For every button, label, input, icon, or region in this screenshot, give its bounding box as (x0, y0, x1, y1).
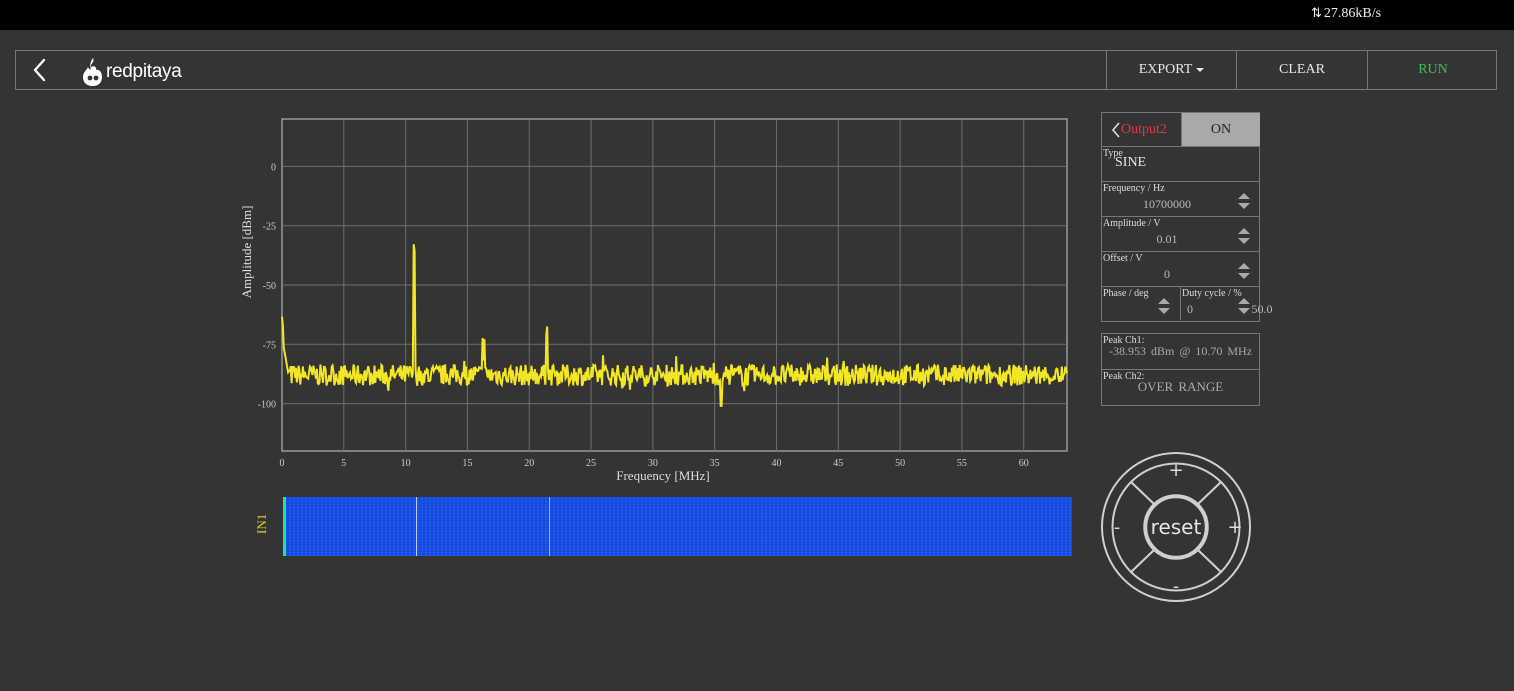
export-button[interactable]: EXPORT (1106, 51, 1237, 89)
dpad-left-label: - (1114, 517, 1121, 538)
waterfall-display (283, 497, 1072, 556)
x-tick-label: 55 (957, 458, 967, 469)
peak-ch2: Peak Ch2: OVER RANGE (1102, 369, 1259, 405)
spectrum-chart[interactable]: 0 5 10 15 20 25 30 35 40 45 50 55 60 0-25-50-75-100 … (230, 112, 1080, 492)
y-tick-label: -75 (263, 340, 276, 351)
frequency-input[interactable]: 10700000 (1102, 197, 1232, 212)
generator-panel: Output2 ON Type SINE Frequency / Hz 1070… (1101, 112, 1273, 322)
peak-readouts: Peak Ch1: -38.953 dBm @ 10.70 MHz Peak C… (1101, 333, 1260, 406)
peak-ch2-value: OVER RANGE (1137, 379, 1224, 394)
y-axis-label: Amplitude [dBm] (239, 206, 254, 299)
waterfall-marker-line (415, 497, 417, 556)
x-tick-label: 10 (401, 458, 411, 469)
offset-stepper-icon[interactable] (1237, 262, 1251, 280)
spectrum-trace (281, 244, 1068, 407)
frequency-field: Frequency / Hz 10700000 (1101, 182, 1260, 217)
dpad-down-label: - (1173, 576, 1180, 597)
redpitaya-logo[interactable]: redpitaya (82, 57, 182, 87)
offset-field: Offset / V 0 (1101, 252, 1260, 287)
output-back-button[interactable]: Output2 (1102, 113, 1181, 146)
x-tick-label: 60 (1019, 458, 1029, 469)
chart-grid (281, 118, 1068, 452)
clear-button[interactable]: CLEAR (1236, 51, 1367, 89)
x-tick-label: 15 (462, 458, 472, 469)
flame-logo-icon (83, 58, 102, 86)
dpad-right-label: + (1227, 517, 1242, 538)
x-tick-label: 40 (771, 458, 781, 469)
run-label: RUN (1418, 62, 1448, 77)
network-speed: ⇅ 27.86kB/s (1311, 6, 1381, 22)
offset-label: Offset / V (1103, 253, 1143, 264)
output-on-toggle[interactable]: ON (1181, 113, 1260, 146)
peak-ch1-value: -38.953 dBm @ 10.70 MHz (1109, 344, 1253, 358)
x-tick-label: 45 (833, 458, 843, 469)
duty-cycle-stepper-icon[interactable] (1237, 297, 1251, 315)
frequency-stepper-icon[interactable] (1237, 192, 1251, 210)
status-bar: ⇅ 27.86kB/s (0, 0, 1514, 30)
reset-button[interactable]: reset (1144, 495, 1208, 559)
network-arrows-icon: ⇅ (1311, 6, 1322, 21)
run-button[interactable]: RUN (1367, 51, 1498, 89)
amplitude-input[interactable]: 0.01 (1102, 232, 1232, 247)
waterfall-marker-line (548, 497, 550, 556)
back-arrow-icon[interactable] (28, 57, 54, 83)
type-field[interactable]: Type SINE (1101, 147, 1260, 182)
amplitude-stepper-icon[interactable] (1237, 227, 1251, 245)
x-tick-label: 0 (280, 458, 285, 469)
x-tick-label: 5 (341, 458, 346, 469)
duty-cycle-field: Duty cycle / % 50.0 (1181, 287, 1273, 320)
y-tick-labels: 0 -25 -50 -75 -100 (258, 162, 276, 410)
reset-label: reset (1151, 515, 1202, 539)
phase-label: Phase / deg (1103, 288, 1149, 299)
dpad-up-label: + (1168, 460, 1183, 481)
output-label: Output2 (1121, 121, 1167, 137)
x-axis-label: Frequency [MHz] (616, 468, 710, 483)
peak-ch1: Peak Ch1: -38.953 dBm @ 10.70 MHz (1102, 334, 1259, 369)
waterfall-channel-label: IN1 (254, 513, 269, 534)
x-tick-label: 35 (710, 458, 720, 469)
network-speed-value: 27.86kB/s (1323, 6, 1382, 21)
y-tick-label: -50 (263, 281, 276, 292)
y-tick-label: -100 (258, 400, 276, 411)
logo-text: redpitaya (106, 61, 182, 82)
caret-down-icon (1196, 68, 1205, 72)
duty-cycle-label: Duty cycle / % (1182, 288, 1242, 299)
x-tick-label: 20 (524, 458, 534, 469)
duty-cycle-input[interactable]: 50.0 (1197, 302, 1327, 317)
phase-field: Phase / deg 0 (1102, 287, 1193, 320)
frequency-label: Frequency / Hz (1103, 183, 1165, 194)
output-header: Output2 ON (1101, 112, 1260, 147)
export-label: EXPORT (1138, 62, 1193, 77)
x-tick-label: 50 (895, 458, 905, 469)
phase-duty-row: Phase / deg 0 Duty cycle / % 50.0 (1101, 287, 1273, 322)
waterfall-dc-edge (283, 497, 286, 556)
clear-label: CLEAR (1279, 62, 1325, 77)
amplitude-field: Amplitude / V 0.01 (1101, 217, 1260, 252)
offset-input[interactable]: 0 (1102, 267, 1232, 282)
chevron-left-icon (1111, 121, 1120, 138)
x-tick-label: 25 (586, 458, 596, 469)
amplitude-label: Amplitude / V (1103, 218, 1161, 229)
y-tick-label: -25 (263, 222, 276, 233)
zoom-dpad: + - - + reset (1101, 452, 1251, 602)
phase-stepper-icon[interactable] (1157, 297, 1171, 315)
y-tick-label: 0 (271, 162, 276, 173)
top-toolbar: redpitaya EXPORT CLEAR RUN (15, 50, 1497, 90)
type-value: SINE (1115, 155, 1147, 170)
